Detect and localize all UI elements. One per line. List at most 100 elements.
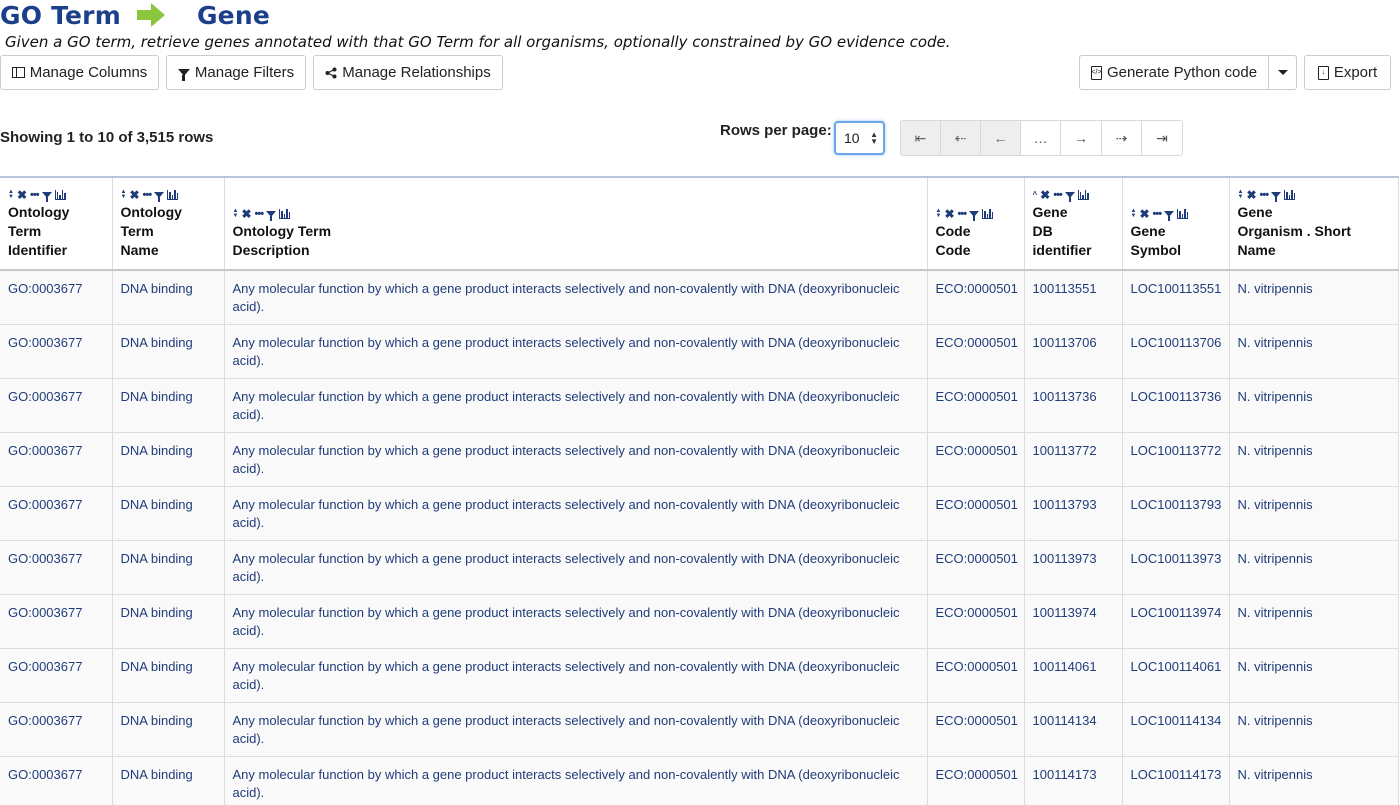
table-cell[interactable]: ECO:0000501 [927,432,1025,487]
table-cell[interactable]: DNA binding [112,486,225,541]
remove-column-icon[interactable]: ✖ [17,189,27,201]
column-filter-icon[interactable] [266,211,277,221]
column-filter-icon[interactable] [154,192,165,202]
column-options-icon[interactable]: ••• [30,189,40,201]
table-cell[interactable]: DNA binding [112,540,225,595]
column-summary-icon[interactable] [1177,209,1189,219]
sort-icon[interactable]: ▲ ▼ [1238,189,1244,200]
table-cell[interactable]: GO:0003677 [0,486,113,541]
table-cell[interactable]: ECO:0000501 [927,486,1025,541]
column-options-icon[interactable]: ••• [1053,189,1063,201]
next-page-button[interactable]: → [1061,121,1102,155]
table-cell[interactable]: Any molecular function by which a gene p… [224,594,928,649]
generate-code-button[interactable]: </> Generate Python code [1079,55,1269,90]
table-cell[interactable]: DNA binding [112,432,225,487]
table-cell[interactable]: Any molecular function by which a gene p… [224,270,928,325]
code-language-dropdown[interactable] [1268,55,1297,90]
table-cell[interactable]: 100113974 [1024,594,1123,649]
column-options-icon[interactable]: ••• [255,208,265,220]
column-options-icon[interactable]: ••• [958,208,968,220]
table-cell[interactable]: GO:0003677 [0,648,113,703]
table-cell[interactable]: Any molecular function by which a gene p… [224,486,928,541]
table-cell[interactable]: 100113706 [1024,324,1123,379]
sort-icon[interactable]: ▲ ▼ [1131,208,1137,219]
column-summary-icon[interactable] [982,209,994,219]
table-cell[interactable]: 100114061 [1024,648,1123,703]
table-cell[interactable]: LOC100114061 [1122,648,1230,703]
table-cell[interactable]: LOC100113973 [1122,540,1230,595]
remove-column-icon[interactable]: ✖ [1139,208,1149,220]
table-cell[interactable]: ECO:0000501 [927,648,1025,703]
column-summary-icon[interactable] [1284,190,1296,200]
column-filter-icon[interactable] [1164,211,1175,221]
table-cell[interactable]: N. vitripennis [1229,486,1399,541]
table-cell[interactable]: ECO:0000501 [927,594,1025,649]
table-cell[interactable]: N. vitripennis [1229,756,1399,805]
next-page-small-button[interactable]: ⇢ [1102,121,1142,155]
table-cell[interactable]: N. vitripennis [1229,702,1399,757]
table-cell[interactable]: GO:0003677 [0,594,113,649]
table-cell[interactable]: LOC100113772 [1122,432,1230,487]
table-cell[interactable]: DNA binding [112,378,225,433]
table-cell[interactable]: 100113736 [1024,378,1123,433]
table-cell[interactable]: Any molecular function by which a gene p… [224,702,928,757]
table-cell[interactable]: GO:0003677 [0,378,113,433]
table-cell[interactable]: N. vitripennis [1229,432,1399,487]
table-cell[interactable]: 100113793 [1024,486,1123,541]
table-cell[interactable]: Any molecular function by which a gene p… [224,378,928,433]
table-cell[interactable]: N. vitripennis [1229,270,1399,325]
table-cell[interactable]: LOC100114173 [1122,756,1230,805]
table-cell[interactable]: DNA binding [112,594,225,649]
remove-column-icon[interactable]: ✖ [1040,189,1050,201]
column-options-icon[interactable]: ••• [1260,189,1270,201]
manage-relationships-button[interactable]: Manage Relationships [313,55,503,90]
table-cell[interactable]: N. vitripennis [1229,378,1399,433]
remove-column-icon[interactable]: ✖ [129,189,139,201]
previous-page-small-button[interactable]: ⇠ [941,121,981,155]
column-summary-icon[interactable] [167,190,179,200]
table-cell[interactable]: N. vitripennis [1229,594,1399,649]
table-cell[interactable]: ECO:0000501 [927,540,1025,595]
sort-icon[interactable]: ▲ ▼ [121,189,127,200]
table-cell[interactable]: GO:0003677 [0,756,113,805]
table-cell[interactable]: GO:0003677 [0,540,113,595]
table-cell[interactable]: GO:0003677 [0,432,113,487]
sort-icon[interactable]: ▲ ▼ [936,208,942,219]
table-cell[interactable]: ECO:0000501 [927,324,1025,379]
table-cell[interactable]: 100113973 [1024,540,1123,595]
manage-columns-button[interactable]: Manage Columns [0,55,159,90]
table-cell[interactable]: LOC100113736 [1122,378,1230,433]
table-cell[interactable]: LOC100113974 [1122,594,1230,649]
table-cell[interactable]: ECO:0000501 [927,378,1025,433]
export-button[interactable]: ↓ Export [1304,55,1391,90]
table-cell[interactable]: Any molecular function by which a gene p… [224,648,928,703]
table-cell[interactable]: DNA binding [112,648,225,703]
table-cell[interactable]: DNA binding [112,270,225,325]
sort-asc-icon[interactable]: ^ [1033,189,1038,201]
table-cell[interactable]: GO:0003677 [0,324,113,379]
sort-icon[interactable]: ▲ ▼ [8,189,14,200]
table-cell[interactable]: LOC100114134 [1122,702,1230,757]
table-cell[interactable]: 100113551 [1024,270,1123,325]
rows-per-page-select[interactable]: 10 ▲ ▼ [834,121,885,155]
column-options-icon[interactable]: ••• [1153,208,1163,220]
table-cell[interactable]: 100113772 [1024,432,1123,487]
remove-column-icon[interactable]: ✖ [944,208,954,220]
table-cell[interactable]: DNA binding [112,324,225,379]
table-cell[interactable]: Any molecular function by which a gene p… [224,756,928,805]
first-page-button[interactable]: ⇤ [901,121,941,155]
table-cell[interactable]: ECO:0000501 [927,270,1025,325]
remove-column-icon[interactable]: ✖ [1246,189,1256,201]
table-cell[interactable]: Any molecular function by which a gene p… [224,432,928,487]
last-page-button[interactable]: ⇥ [1142,121,1182,155]
table-cell[interactable]: DNA binding [112,702,225,757]
table-cell[interactable]: ECO:0000501 [927,702,1025,757]
table-cell[interactable]: N. vitripennis [1229,540,1399,595]
table-cell[interactable]: LOC100113793 [1122,486,1230,541]
sort-icon[interactable]: ▲ ▼ [233,208,239,219]
manage-filters-button[interactable]: Manage Filters [166,55,306,90]
table-cell[interactable]: DNA binding [112,756,225,805]
table-cell[interactable]: 100114173 [1024,756,1123,805]
table-cell[interactable]: GO:0003677 [0,270,113,325]
table-cell[interactable]: Any molecular function by which a gene p… [224,324,928,379]
